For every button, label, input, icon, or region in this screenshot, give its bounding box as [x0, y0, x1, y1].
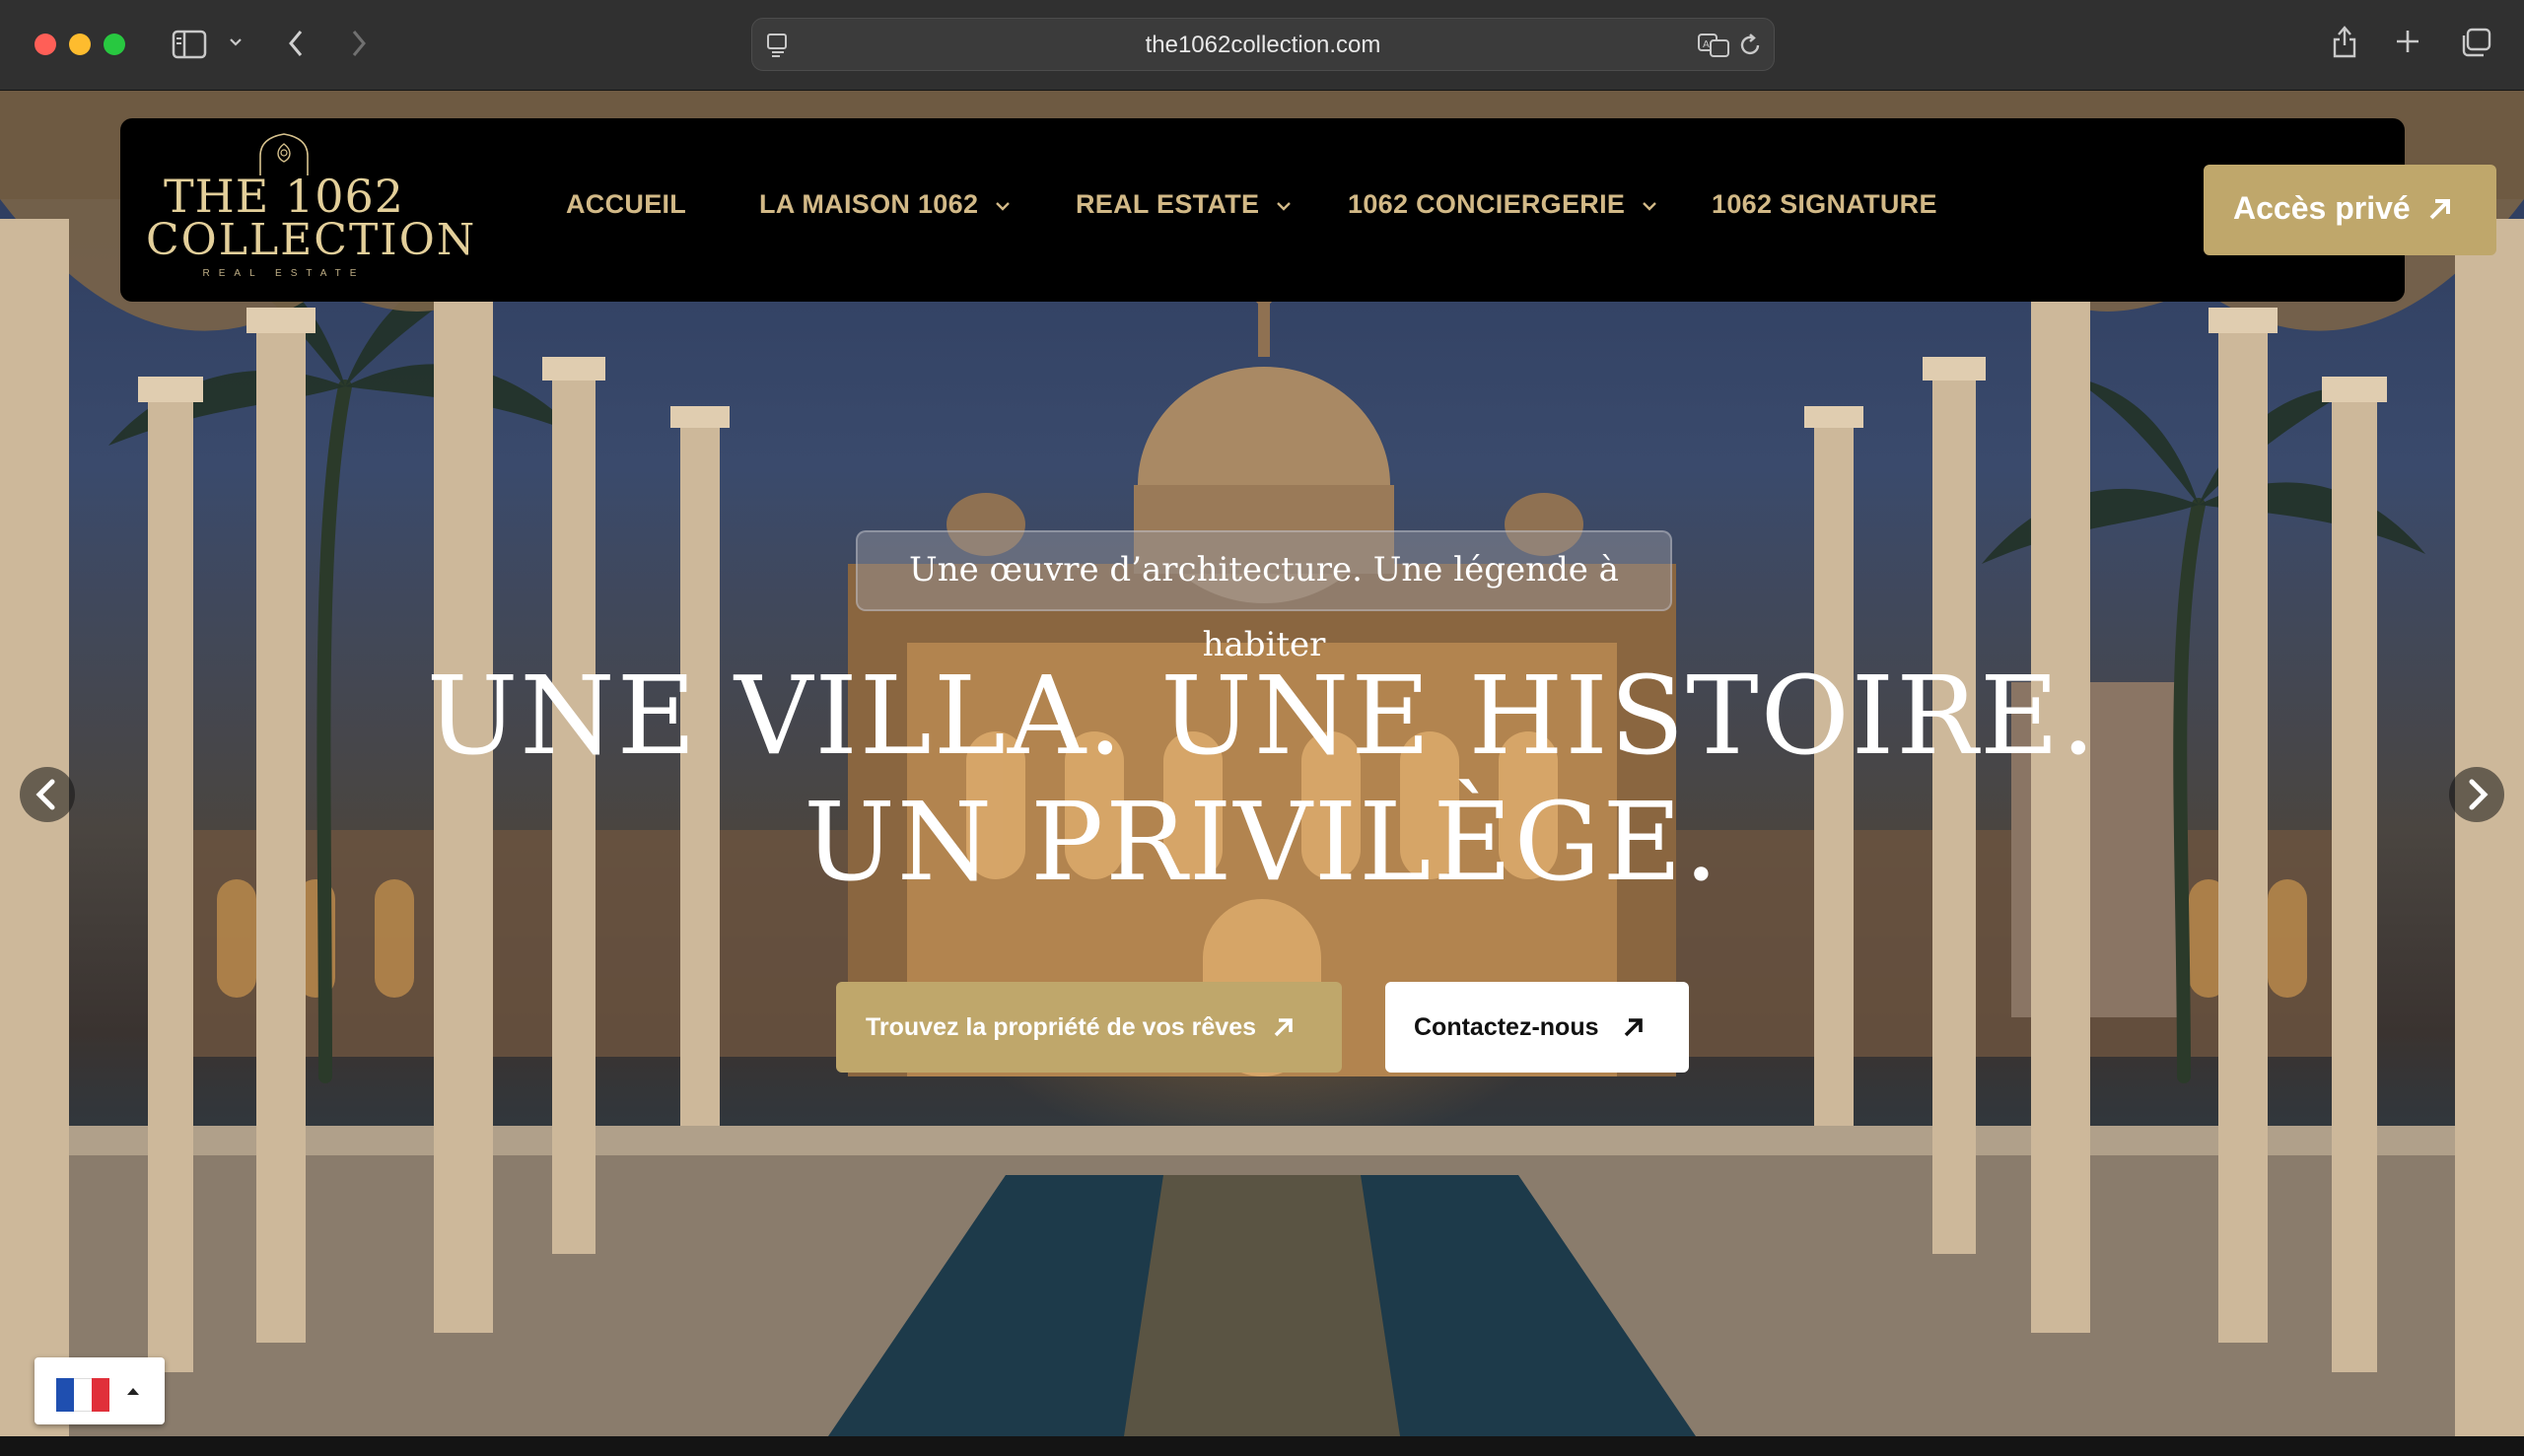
slider-prev-button[interactable]: [20, 767, 75, 822]
arrow-up-right-icon: [2429, 199, 2450, 220]
nav-1062-conciergerie[interactable]: 1062 CONCIERGERIE: [1348, 189, 1658, 220]
french-flag-icon: [56, 1378, 109, 1412]
reload-icon[interactable]: [1738, 32, 1764, 59]
nav-accueil[interactable]: ACCUEIL: [566, 189, 686, 220]
chevron-left-icon: [35, 779, 55, 810]
nav-real-estate[interactable]: REAL ESTATE: [1076, 189, 1293, 220]
new-tab-icon[interactable]: [2394, 28, 2421, 55]
nav-label: 1062 SIGNATURE: [1712, 189, 1937, 219]
forward-icon[interactable]: [349, 29, 369, 58]
logo-subtitle: COLLECTION: [146, 215, 477, 265]
share-icon[interactable]: [2331, 24, 2358, 59]
private-access-label: Accès privé: [2233, 190, 2411, 226]
nav-label: ACCUEIL: [566, 189, 687, 219]
nav-label: 1062 CONCIERGERIE: [1348, 189, 1626, 219]
svg-text:A: A: [1703, 39, 1710, 50]
tab-overview-icon[interactable]: [2459, 27, 2492, 58]
site-header: THE 1062 COLLECTION REAL ESTATE ACCUEIL …: [120, 118, 2496, 302]
nav-la-maison-1062[interactable]: LA MAISON 1062: [759, 189, 1012, 220]
sidebar-icon[interactable]: [172, 30, 207, 59]
back-icon[interactable]: [286, 29, 306, 58]
contact-label: Contactez-nous: [1414, 1013, 1599, 1041]
chevron-down-icon[interactable]: [229, 37, 243, 47]
window-bottom-edge: [0, 1436, 2524, 1456]
arrow-up-right-icon: [1274, 1018, 1293, 1037]
translate-icon[interactable]: A: [1697, 32, 1732, 59]
minimize-window-button[interactable]: [69, 34, 91, 55]
chevron-right-icon: [2469, 779, 2489, 810]
find-property-label: Trouvez la propriété de vos rêves: [866, 1013, 1256, 1041]
caret-up-icon: [127, 1388, 139, 1395]
browser-toolbar: the1062collection.com A: [0, 0, 2524, 91]
nav-1062-signature[interactable]: 1062 SIGNATURE: [1712, 189, 1937, 220]
hero-headline: UNE VILLA. UNE HISTOIRE. UN PRIVILÈGE.: [426, 653, 2098, 905]
hero-tagline: Une œuvre d’architecture. Une légende à …: [856, 530, 1672, 664]
address-bar[interactable]: the1062collection.com A: [751, 18, 1775, 71]
chevron-down-icon: [1277, 202, 1291, 211]
url-text: the1062collection.com: [1145, 32, 1381, 58]
slider-next-button[interactable]: [2449, 767, 2504, 822]
private-access-button[interactable]: Accès privé: [2204, 165, 2496, 255]
zoom-window-button[interactable]: [104, 34, 125, 55]
hero-section: THE 1062 COLLECTION REAL ESTATE ACCUEIL …: [0, 91, 2524, 1436]
chevron-down-icon: [996, 202, 1010, 211]
find-property-button[interactable]: Trouvez la propriété de vos rêves: [836, 982, 1342, 1073]
nav-label: LA MAISON 1062: [759, 189, 979, 219]
site-logo[interactable]: THE 1062 COLLECTION REAL ESTATE: [146, 132, 477, 290]
contact-button[interactable]: Contactez-nous: [1385, 982, 1689, 1073]
close-window-button[interactable]: [35, 34, 56, 55]
chevron-down-icon: [1643, 202, 1656, 211]
arrow-up-right-icon: [1624, 1018, 1643, 1037]
language-switcher[interactable]: [35, 1357, 165, 1424]
nav-label: REAL ESTATE: [1076, 189, 1260, 219]
logo-tagline: REAL ESTATE: [202, 268, 366, 279]
